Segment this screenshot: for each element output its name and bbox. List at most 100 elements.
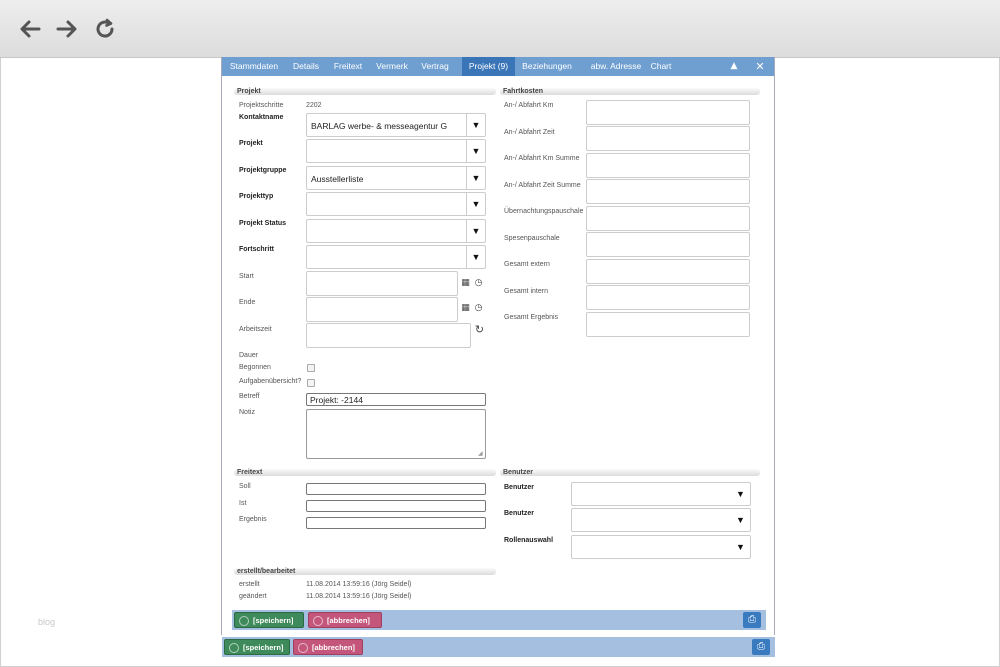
fortschritt-label: Fortschritt [239,246,274,253]
projekt-select[interactable]: ▼ [306,139,486,163]
tab-chart[interactable]: Chart [650,57,672,76]
geaendert-label: geändert [239,593,267,600]
print-icon[interactable]: ⎙ [752,639,770,655]
close-icon[interactable]: ✕ [752,57,768,76]
ergebnis-input[interactable] [306,517,486,529]
chevron-down-icon: ▼ [736,489,745,499]
section-freitext-title: Freitext [234,469,496,476]
cancel-button-label: [abbrechen] [312,643,355,652]
fahrtkosten-input[interactable] [586,126,750,151]
calendar-icon[interactable]: ▦ [460,278,471,289]
chevron-down-icon: ▼ [466,114,485,136]
tab-projekt[interactable]: Projekt (9) [462,57,515,76]
tab-vermerk[interactable]: Vermerk [372,57,412,76]
benutzer-label: Benutzer [504,484,534,491]
tab-abw-adresse[interactable]: abw. Adresse [585,57,647,76]
fahrtkosten-input[interactable] [586,206,750,231]
fahrtkosten-input[interactable] [586,232,750,257]
projekt-status-select[interactable]: ▼ [306,219,486,243]
fahrtkosten-input[interactable] [586,285,750,310]
chevron-down-icon: ▼ [466,220,485,242]
erstellt-value: 11.08.2014 13:59:16 (Jörg Seidel) [306,581,412,588]
calendar-icon[interactable]: ▦ [460,303,471,314]
section-benutzer-title: Benutzer [500,469,760,476]
ergebnis-label: Ergebnis [239,516,267,523]
forward-arrow-icon[interactable] [54,16,80,42]
betreff-value: Projekt: -2144 [310,395,363,405]
browser-toolbar [0,0,1000,58]
start-input[interactable] [306,271,458,296]
cancel-icon [298,643,308,653]
fahrtkosten-label: An-/ Abfahrt Km [504,102,554,109]
fahrtkosten-input[interactable] [586,153,750,178]
save-button-label: [speichern] [243,643,284,652]
kontaktname-label: Kontaktname [239,114,284,121]
cancel-button[interactable]: [abbrechen] [293,639,363,655]
erstellt-label: erstellt [239,581,260,588]
page-footer: [speichern] [abbrechen] ⎙ [222,637,775,657]
resize-handle-icon[interactable]: ◢ [478,451,484,457]
tab-beziehungen[interactable]: Beziehungen [519,57,575,76]
project-dialog: Stammdaten Details Freitext Vermerk Vert… [221,57,775,635]
save-button[interactable]: [speichern] [234,612,304,628]
fahrtkosten-label: Gesamt intern [504,288,548,295]
reload-icon[interactable] [92,16,118,42]
aufgabenuebersicht-checkbox[interactable] [307,379,315,387]
print-icon[interactable]: ⎙ [743,612,761,628]
chevron-down-icon: ▼ [736,515,745,525]
tab-freitext[interactable]: Freitext [330,57,366,76]
chevron-down-icon: ▼ [466,167,485,189]
benutzer-select[interactable]: ▼ [571,482,751,506]
begonnen-checkbox[interactable] [307,364,315,372]
cancel-button[interactable]: [abbrechen] [308,612,382,628]
section-erstellt-title: erstellt/bearbeitet [234,568,496,575]
back-arrow-icon[interactable] [17,16,43,42]
tab-stammdaten[interactable]: Stammdaten [225,57,283,76]
benutzer-label: Benutzer [504,510,534,517]
fortschritt-select[interactable]: ▼ [306,245,486,269]
geaendert-value: 11.08.2014 13:59:16 (Jörg Seidel) [306,593,412,600]
ende-label: Ende [239,299,256,306]
fahrtkosten-label: An-/ Abfahrt Zeit [504,129,555,136]
fahrtkosten-input[interactable] [586,100,750,125]
notiz-textarea[interactable]: ◢ [306,409,486,459]
check-icon [239,616,249,626]
soll-input[interactable] [306,483,486,495]
start-label: Start [239,273,254,280]
rollenauswahl-select[interactable]: ▼ [571,535,751,559]
fahrtkosten-input[interactable] [586,312,750,337]
section-projekt-title: Projekt [234,88,496,95]
projekt-label: Projekt [239,140,263,147]
cancel-button-label: [abbrechen] [327,616,370,625]
fahrtkosten-label: An-/ Abfahrt Zeit Summe [504,182,581,189]
kontaktname-value: BARLAG werbe- & messeagentur G [311,121,448,131]
ist-input[interactable] [306,500,486,512]
aufgabenuebersicht-label: Aufgabenübersicht? [239,378,302,385]
fahrtkosten-input[interactable] [586,179,750,204]
benutzer-select[interactable]: ▼ [571,508,751,532]
fahrtkosten-input[interactable] [586,259,750,284]
projekttyp-select[interactable]: ▼ [306,192,486,216]
save-button[interactable]: [speichern] [224,639,290,655]
tab-details[interactable]: Details [288,57,324,76]
collapse-up-icon[interactable]: ▲ [726,57,742,76]
clock-icon[interactable]: ◷ [473,278,484,289]
clock-icon[interactable]: ◷ [473,303,484,314]
projekt-status-label: Projekt Status [239,220,287,227]
chevron-down-icon: ▼ [736,542,745,552]
tab-bar: Stammdaten Details Freitext Vermerk Vert… [222,57,774,76]
chevron-down-icon: ▼ [466,193,485,215]
projektgruppe-value: Ausstellerliste [311,174,364,184]
projektgruppe-select[interactable]: Ausstellerliste ▼ [306,166,486,190]
betreff-input[interactable]: Projekt: -2144 [306,393,486,406]
soll-label: Soll [239,483,251,490]
arbeitszeit-label: Arbeitszeit [239,326,272,333]
check-icon [229,643,239,653]
tab-vertrag[interactable]: Vertrag [418,57,452,76]
arbeitszeit-input[interactable] [306,323,471,348]
ist-label: Ist [239,500,247,507]
kontaktname-select[interactable]: BARLAG werbe- & messeagentur G ▼ [306,113,486,137]
ende-input[interactable] [306,297,458,322]
cancel-icon [313,616,323,626]
refresh-icon[interactable]: ↻ [474,324,485,335]
